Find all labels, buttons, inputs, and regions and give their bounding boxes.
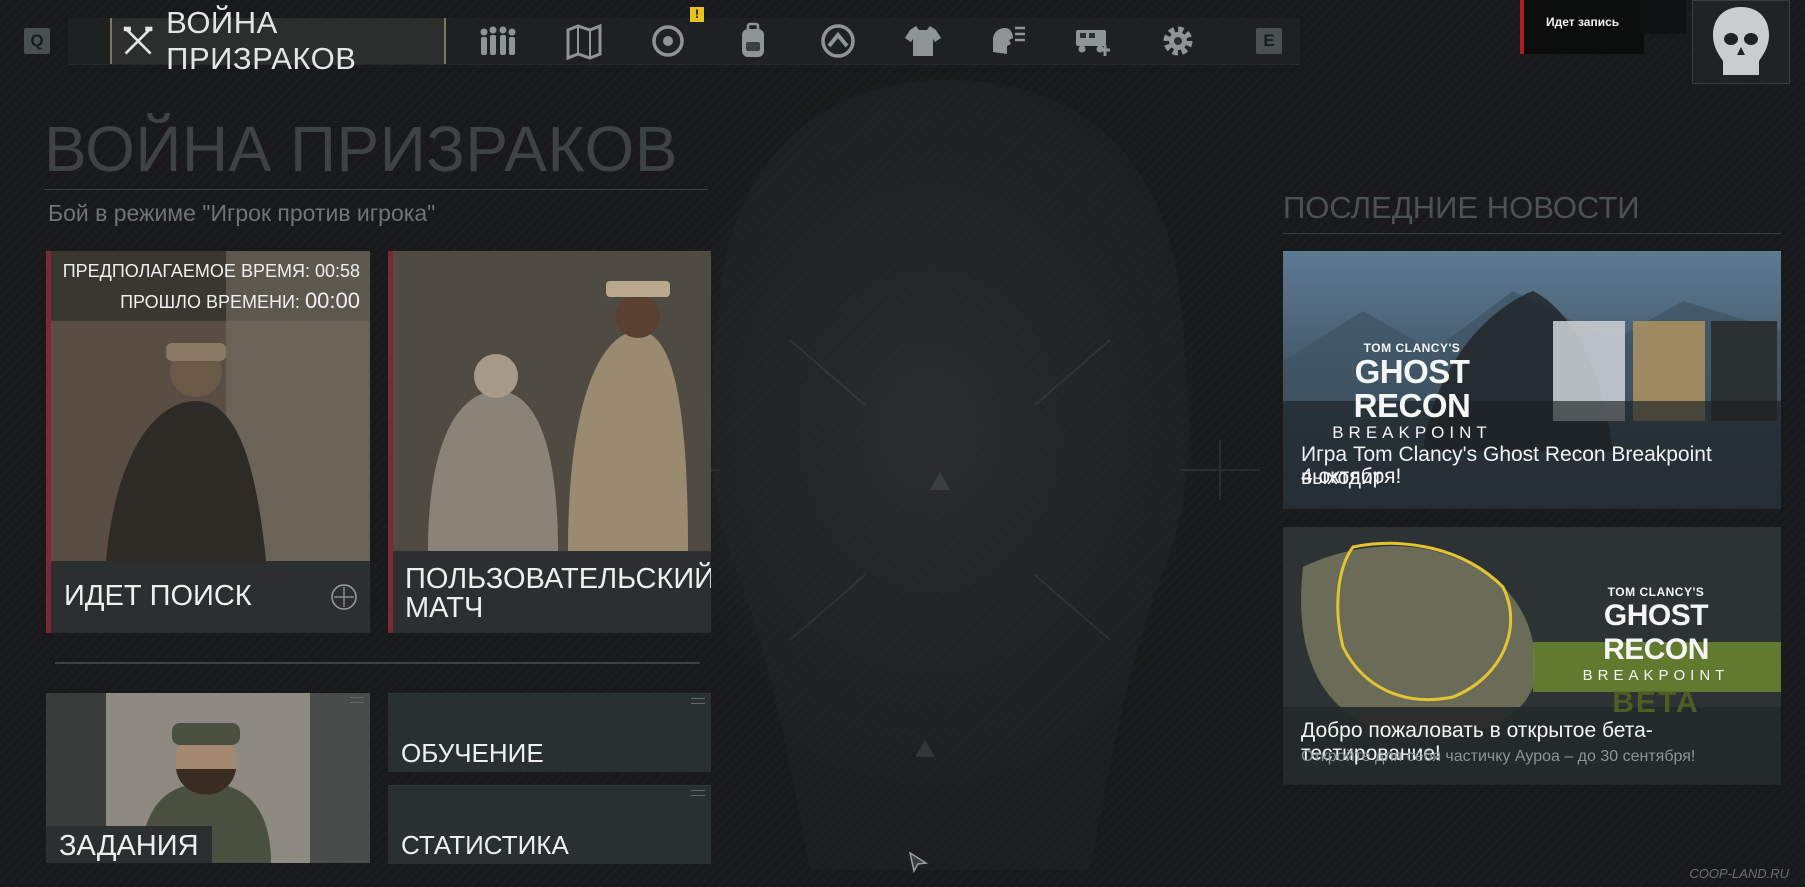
matchmaking-search-tile[interactable]: ПРЕДПОЛАГАЕМОЕ ВРЕМЯ: 00:58 ПРОШЛО ВРЕМЕ… bbox=[46, 251, 370, 633]
vehicle-icon bbox=[1076, 30, 1110, 56]
squad-icon bbox=[480, 26, 516, 55]
key-hint-e[interactable]: E bbox=[1256, 28, 1282, 54]
nav-intel[interactable] bbox=[987, 22, 1027, 60]
logo-main: GHOST RECON bbox=[1603, 599, 1709, 666]
elapsed-time-label: ПРОШЛО ВРЕМЕНИ: bbox=[120, 292, 300, 312]
recording-indicator: Идет запись bbox=[1520, 0, 1644, 54]
watermark: COOP-LAND.RU bbox=[1689, 866, 1789, 881]
logo-beta: BETA bbox=[1612, 686, 1700, 719]
news-item-release[interactable]: TOM CLANCY'S GHOST RECON BREAKPOINT Игра… bbox=[1283, 251, 1781, 509]
top-navigation-bar: Q ВОЙНА ПРИЗРАКОВ ! E bbox=[0, 0, 1300, 76]
news-section-title: ПОСЛЕДНИЕ НОВОСТИ bbox=[1283, 190, 1640, 225]
tile-corner-mark bbox=[350, 697, 364, 703]
estimated-time-label: ПРЕДПОЛАГАЕМОЕ ВРЕМЯ: 00:58 bbox=[62, 261, 360, 281]
search-tile-label: ИДЕТ ПОИСК bbox=[64, 580, 252, 612]
tile-accent-bar bbox=[388, 251, 393, 633]
page-title: ВОЙНА ПРИЗРАКОВ bbox=[44, 113, 678, 185]
missions-tile[interactable]: ЗАДАНИЯ bbox=[46, 693, 370, 863]
nav-objectives[interactable] bbox=[648, 22, 688, 60]
custom-match-label: ПОЛЬЗОВАТЕЛЬСКИЙ МАТЧ bbox=[405, 565, 711, 623]
nav-customization[interactable] bbox=[903, 22, 943, 60]
statistics-label: СТАТИСТИКА bbox=[401, 830, 569, 860]
news-release-logo: TOM CLANCY'S GHOST RECON BREAKPOINT bbox=[1297, 341, 1527, 443]
tab-ghost-war[interactable]: ВОЙНА ПРИЗРАКОВ bbox=[110, 5, 446, 76]
custom-match-label-line2: МАТЧ bbox=[405, 592, 484, 624]
nav-settings[interactable] bbox=[1158, 22, 1198, 60]
nav-loadout[interactable] bbox=[733, 22, 773, 60]
nav-map[interactable] bbox=[564, 22, 604, 61]
training-tile[interactable]: ОБУЧЕНИЕ bbox=[388, 693, 711, 772]
missions-label: ЗАДАНИЯ bbox=[46, 826, 212, 863]
mouse-cursor-icon bbox=[908, 851, 928, 873]
elapsed-time-value: 00:00 bbox=[304, 288, 360, 313]
alert-badge: ! bbox=[690, 7, 704, 22]
tile-corner-mark bbox=[691, 790, 705, 796]
target-icon bbox=[652, 25, 684, 57]
news-beta-logo: TOM CLANCY'S GHOST RECON BREAKPOINT BETA bbox=[1551, 585, 1761, 720]
recording-slot bbox=[1640, 0, 1686, 34]
backpack-icon bbox=[742, 22, 764, 57]
logo-main: GHOST RECON bbox=[1353, 353, 1471, 424]
title-divider bbox=[44, 189, 708, 190]
crossed-rifles-icon bbox=[123, 26, 153, 55]
custom-match-tile[interactable]: ПОЛЬЗОВАТЕЛЬСКИЙ МАТЧ bbox=[388, 251, 711, 633]
custom-match-label-line1: ПОЛЬЗОВАТЕЛЬСКИЙ bbox=[405, 563, 711, 595]
training-label: ОБУЧЕНИЕ bbox=[401, 738, 544, 768]
key-hint-q[interactable]: Q bbox=[24, 28, 50, 54]
news-release-caption-line2: 4 октября! bbox=[1301, 465, 1402, 488]
ghost-skull-icon bbox=[1713, 7, 1769, 75]
statistics-tile[interactable]: СТАТИСТИКА bbox=[388, 785, 711, 864]
outfit-icon bbox=[905, 26, 941, 56]
settings-icon bbox=[1163, 26, 1193, 56]
nav-vehicles[interactable] bbox=[1072, 22, 1112, 60]
nav-squad[interactable] bbox=[478, 22, 518, 60]
logo-sub: BREAKPOINT bbox=[1332, 423, 1492, 442]
rank-icon bbox=[821, 24, 855, 58]
recording-label: Идет запись bbox=[1546, 15, 1620, 29]
logo-top: TOM CLANCY'S bbox=[1607, 585, 1705, 599]
player-avatar[interactable] bbox=[1692, 0, 1790, 84]
news-divider bbox=[1283, 233, 1781, 234]
tile-corner-mark bbox=[691, 698, 705, 704]
tile-accent-bar bbox=[46, 251, 51, 633]
nav-rank[interactable] bbox=[818, 22, 858, 60]
news-item-beta[interactable]: TOM CLANCY'S GHOST RECON BREAKPOINT BETA… bbox=[1283, 527, 1781, 785]
ghost-emblem-background bbox=[640, 80, 1260, 870]
news-beta-subcaption: Откройте для себя частичку Ауроа – до 30… bbox=[1301, 748, 1696, 765]
search-spinner-icon bbox=[331, 584, 357, 610]
page-subtitle: Бой в режиме "Игрок против игрока" bbox=[48, 200, 436, 226]
intel-icon bbox=[993, 26, 1025, 54]
mode-title: ВОЙНА ПРИЗРАКОВ bbox=[166, 5, 357, 76]
logo-sub: BREAKPOINT bbox=[1582, 667, 1730, 684]
section-divider bbox=[55, 662, 700, 664]
map-icon bbox=[566, 23, 602, 61]
elapsed-time: ПРОШЛО ВРЕМЕНИ: 00:00 bbox=[120, 288, 360, 314]
